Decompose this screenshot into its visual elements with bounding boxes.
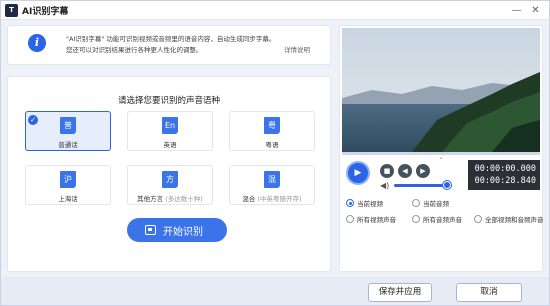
radio-button[interactable] xyxy=(474,215,482,223)
previous-frame-button[interactable]: ◀ xyxy=(398,164,412,178)
source-option-label: 当前音频 xyxy=(423,200,449,208)
player-controls: ▶ ■ ◀ ▶ ◀) 00:00:00.000 00:00:28.840 xyxy=(342,160,540,194)
volume-level xyxy=(394,184,448,187)
app-logo-icon: T xyxy=(5,4,18,17)
save-apply-button[interactable]: 保存并应用 xyxy=(368,283,432,302)
play-button[interactable]: ▶ xyxy=(346,161,370,185)
scan-icon xyxy=(145,225,156,235)
volume-icon[interactable]: ◀) xyxy=(380,181,389,190)
info-text: "AI识别字幕" 功能可识别视频或音频里的语音内容，自动生成同步字幕。您还可以对… xyxy=(66,35,276,54)
ai-subtitle-window: T AI识别字幕 — ✕ i "AI识别字幕" 功能可识别视频或音频里的语音内容… xyxy=(0,0,550,306)
cancel-button[interactable]: 取消 xyxy=(456,283,522,302)
language-option-label: 混合 (中英粤随开存) xyxy=(230,193,314,203)
close-icon[interactable]: ✕ xyxy=(528,3,543,18)
radio-button[interactable] xyxy=(412,215,420,223)
language-option-sublabel: (多达数十种) xyxy=(165,195,203,203)
language-option-label-main: 上海话 xyxy=(58,195,78,203)
check-icon: ✓ xyxy=(28,115,38,125)
language-panel: 请选择您要识别的声音语种 ✓ 普 普通话 En 英语 粤 粤语 沪 上海话 方 … xyxy=(7,76,331,272)
volume-slider[interactable] xyxy=(394,184,450,187)
video-preview[interactable] xyxy=(342,28,540,152)
language-option-label-main: 英语 xyxy=(163,141,177,149)
volume-handle[interactable] xyxy=(443,181,452,189)
source-all-audio[interactable]: 所有音频声音 xyxy=(412,214,462,226)
mandarin-icon: 普 xyxy=(60,117,76,134)
language-option-label: 其他方言 (多达数十种) xyxy=(128,193,212,203)
language-option-label-main: 混合 xyxy=(242,195,256,203)
language-option-cantonese[interactable]: 粤 粤语 xyxy=(229,111,315,151)
language-option-label-main: 普通话 xyxy=(58,141,78,149)
preview-panel: ⌄ ▶ ■ ◀ ▶ ◀) 00:00:00.000 00:00:28.840 当… xyxy=(339,25,544,272)
source-current-audio[interactable]: 当前音频 xyxy=(412,198,449,210)
video-frame xyxy=(342,28,540,152)
source-option-label: 当前视频 xyxy=(357,200,383,208)
source-option-label: 所有视频声音 xyxy=(357,216,396,224)
language-option-label-main: 其他方言 xyxy=(137,195,164,203)
stop-button[interactable]: ■ xyxy=(380,164,394,178)
language-option-label: 上海话 xyxy=(26,193,110,203)
window-title: AI识别字幕 xyxy=(22,7,69,17)
language-option-label: 粤语 xyxy=(230,139,314,149)
language-option-label-main: 粤语 xyxy=(265,141,279,149)
current-time: 00:00:00.000 xyxy=(474,164,536,174)
source-option-label: 所有音频声音 xyxy=(423,216,462,224)
source-all-video[interactable]: 所有视频声音 xyxy=(346,214,396,226)
language-option-dialects[interactable]: 方 其他方言 (多达数十种) xyxy=(127,165,213,205)
radio-button[interactable] xyxy=(346,215,354,223)
language-option-english[interactable]: En 英语 xyxy=(127,111,213,151)
details-link[interactable]: 详情说明 xyxy=(284,44,310,54)
source-current-video[interactable]: 当前视频 xyxy=(346,198,383,210)
language-option-label: 普通话 xyxy=(26,139,110,149)
language-prompt: 请选择您要识别的声音语种 xyxy=(117,96,220,106)
english-icon: En xyxy=(162,117,178,134)
source-option-label: 全部视频和音频声音 xyxy=(485,216,544,224)
language-option-mixed[interactable]: 混 混合 (中英粤随开存) xyxy=(229,165,315,205)
title-bar: T AI识别字幕 — ✕ xyxy=(1,1,549,20)
language-option-shanghainese[interactable]: 沪 上海话 xyxy=(25,165,111,205)
language-option-mandarin[interactable]: ✓ 普 普通话 xyxy=(25,111,111,151)
info-icon: i xyxy=(28,34,46,52)
source-all-video-audio[interactable]: 全部视频和音频声音 xyxy=(474,214,544,226)
cantonese-icon: 粤 xyxy=(264,117,280,134)
shanghainese-icon: 沪 xyxy=(60,171,76,188)
timecode-display: 00:00:00.000 00:00:28.840 xyxy=(468,160,540,190)
language-option-sublabel: (中英粤随开存) xyxy=(257,195,302,203)
start-recognition-button[interactable]: 开始识别 xyxy=(127,218,227,242)
total-time: 00:00:28.840 xyxy=(474,176,536,186)
radio-button[interactable] xyxy=(346,199,354,207)
start-recognition-label: 开始识别 xyxy=(163,227,203,238)
info-box: i "AI识别字幕" 功能可识别视频或音频里的语音内容，自动生成同步字幕。您还可… xyxy=(7,25,331,65)
language-option-label: 英语 xyxy=(128,139,212,149)
radio-button[interactable] xyxy=(412,199,420,207)
mixed-icon: 混 xyxy=(264,171,280,188)
next-frame-button[interactable]: ▶ xyxy=(416,164,430,178)
dialect-icon: 方 xyxy=(162,171,178,188)
minimize-icon[interactable]: — xyxy=(509,3,524,18)
